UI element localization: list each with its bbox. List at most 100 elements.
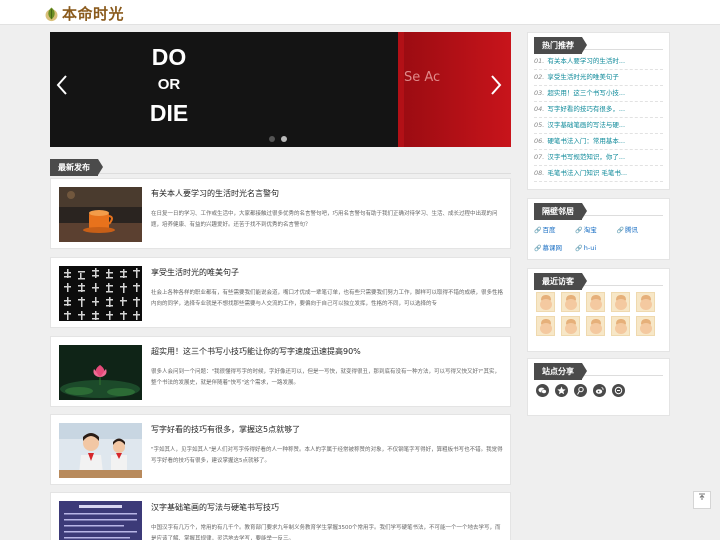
- friend-link[interactable]: 🔗百度: [534, 224, 575, 242]
- site-logo[interactable]: 本命时光: [43, 3, 124, 24]
- article-thumbnail[interactable]: [59, 266, 142, 321]
- slide-word-2: OR: [157, 76, 181, 93]
- back-to-top-icon[interactable]: [693, 491, 711, 509]
- link-icon: 🔗: [534, 245, 542, 252]
- slider-dot-1[interactable]: [269, 136, 275, 142]
- article-summary: "字如其人，见字如其人"是人们对写字传得好看的人一种称赞。本人的字属于经常被称赞…: [151, 447, 503, 464]
- hot-item-num: 05.: [534, 121, 545, 129]
- hot-item[interactable]: 04. 写字好看的技巧有很多，...: [534, 102, 663, 118]
- share-widget: 站点分享: [527, 358, 670, 416]
- hot-item[interactable]: 01. 有关本人要学习的生活时...: [534, 54, 663, 70]
- hot-item-num: 04.: [534, 105, 545, 113]
- visitor-avatar[interactable]: [611, 292, 630, 312]
- article-summary: 社会上各种各样的职业都有，有些需要我们能说会道，嘴口才优成一辈笔订单，也有些只需…: [151, 290, 503, 307]
- hot-item-num: 01.: [534, 57, 545, 65]
- article-title[interactable]: 享受生活时光的唯美句子: [151, 267, 501, 278]
- slide-side-text: Se Ac: [404, 70, 441, 85]
- visitor-avatars: [528, 286, 669, 342]
- links-heading: 隔壁邻居: [534, 203, 587, 220]
- site-header: 本命时光: [0, 0, 720, 25]
- link-icon: 🔗: [575, 227, 583, 234]
- visitor-avatar[interactable]: [636, 316, 655, 336]
- visitor-avatar[interactable]: [536, 292, 555, 312]
- friend-link[interactable]: 🔗腾讯: [617, 224, 658, 242]
- friend-link[interactable]: 🔗慕课网: [534, 242, 575, 260]
- slider-dot-2[interactable]: [281, 136, 287, 142]
- hot-item[interactable]: 02. 享受生活时光的唯美句子: [534, 70, 663, 86]
- visitors-heading: 最近访客: [534, 273, 587, 290]
- article-thumbnail[interactable]: [59, 501, 142, 540]
- latest-heading: 最新发布: [50, 159, 103, 176]
- visitor-avatar[interactable]: [636, 292, 655, 312]
- hot-widget-header: 热门推荐: [534, 33, 663, 54]
- slider-pagination: [269, 136, 287, 142]
- latest-section-header: 最新发布: [50, 155, 511, 176]
- hot-item-num: 07.: [534, 153, 545, 161]
- zhihu-icon[interactable]: [612, 384, 625, 397]
- article-thumbnail[interactable]: [59, 423, 142, 478]
- hot-list: 01. 有关本人要学习的生活时... 02. 享受生活时光的唯美句子 03. 超实用！…: [528, 50, 669, 182]
- visitor-avatar[interactable]: [536, 316, 555, 336]
- article-thumbnail[interactable]: [59, 345, 142, 400]
- article-title[interactable]: 写字好看的技巧有很多，掌握这5点就够了: [151, 424, 501, 435]
- hot-item-label: 汉字书写规范知识，你了...: [547, 153, 626, 161]
- visitors-widget: 最近访客: [527, 268, 670, 352]
- hot-item-label: 有关本人要学习的生活时...: [547, 57, 626, 65]
- hot-item-num: 03.: [534, 89, 545, 97]
- share-widget-header: 站点分享: [534, 359, 663, 380]
- hot-item-label: 汉字基础笔画的写法与硬...: [547, 121, 626, 129]
- links-widget: 隔壁邻居 🔗百度 🔗淘宝 🔗腾讯 🔗慕课网 🔗h-ui: [527, 198, 670, 260]
- hot-item[interactable]: 07. 汉字书写规范知识，你了...: [534, 150, 663, 166]
- banner-slider[interactable]: Se Ac DO OR DIE: [50, 32, 511, 147]
- friend-link-label: h-ui: [583, 244, 597, 252]
- qzone-icon[interactable]: [555, 384, 568, 397]
- hot-item[interactable]: 05. 汉字基础笔画的写法与硬...: [534, 118, 663, 134]
- article-card[interactable]: 享受生活时光的唯美句子 社会上各种各样的职业都有，有些需要我们能说会道，嘴口才优…: [50, 257, 511, 328]
- article-summary: 很多人会问到一个问题："我很懂得写字的时候，字好像还可以，但是一写快，就变得很丑…: [151, 369, 500, 386]
- hot-item[interactable]: 06. 硬笔书法入门：常用基本...: [534, 134, 663, 150]
- link-icon: 🔗: [534, 227, 542, 234]
- article-card[interactable]: 有关本人要学习的生活时光名言警句 在日复一日的学习、工作或生活中，大家都接触过很…: [50, 178, 511, 249]
- article-card[interactable]: 汉字基础笔画的写法与硬笔书写技巧 中国汉字有几万个，常用的有几千个。教育部门要求…: [50, 492, 511, 540]
- wechat-icon[interactable]: [536, 384, 549, 397]
- hot-item-label: 硬笔书法入门：常用基本...: [547, 137, 626, 145]
- friend-link-label: 慕课网: [542, 244, 562, 252]
- hot-item-label: 享受生活时光的唯美句子: [547, 73, 619, 81]
- visitor-avatar[interactable]: [586, 292, 605, 312]
- chevron-right-icon[interactable]: [486, 74, 506, 100]
- hot-item[interactable]: 08. 毛笔书法入门知识 毛笔书...: [534, 166, 663, 182]
- hot-item[interactable]: 03. 超实用！这三个书写小技...: [534, 86, 663, 102]
- share-heading: 站点分享: [534, 363, 587, 380]
- links-widget-header: 隔壁邻居: [534, 199, 663, 220]
- visitor-avatar[interactable]: [561, 292, 580, 312]
- hot-item-label: 写字好看的技巧有很多，...: [547, 105, 626, 113]
- article-title[interactable]: 汉字基础笔画的写法与硬笔书写技巧: [151, 502, 501, 513]
- hot-item-num: 02.: [534, 73, 545, 81]
- friend-link-label: 腾讯: [625, 226, 639, 234]
- leaf-icon: [45, 7, 58, 22]
- tencent-weibo-icon[interactable]: [574, 384, 587, 397]
- visitor-avatar[interactable]: [586, 316, 605, 336]
- article-summary: 中国汉字有几万个，常用的有几千个。教育部门要求九年制义务教育学生掌握3500个常…: [151, 525, 501, 540]
- article-title[interactable]: 超实用！这三个书写小技巧能让你的写字速度迅速提高90%: [151, 346, 501, 357]
- chevron-left-icon[interactable]: [52, 74, 72, 100]
- sina-weibo-icon[interactable]: [593, 384, 606, 397]
- hot-widget: 热门推荐 01. 有关本人要学习的生活时... 02. 享受生活时光的唯美句子 03…: [527, 32, 670, 190]
- hot-item-label: 毛笔书法入门知识 毛笔书...: [547, 169, 628, 177]
- hot-item-num: 08.: [534, 169, 545, 177]
- site-title: 本命时光: [62, 5, 125, 23]
- article-card[interactable]: 写字好看的技巧有很多，掌握这5点就够了 "字如其人，见字如其人"是人们对写字传得…: [50, 414, 511, 485]
- friend-link-label: 淘宝: [583, 226, 597, 234]
- article-thumbnail[interactable]: [59, 187, 142, 242]
- article-title[interactable]: 有关本人要学习的生活时光名言警句: [151, 188, 501, 199]
- visitor-avatar[interactable]: [561, 316, 580, 336]
- hot-item-num: 06.: [534, 137, 545, 145]
- visitor-avatar[interactable]: [611, 316, 630, 336]
- article-card[interactable]: 超实用！这三个书写小技巧能让你的写字速度迅速提高90% 很多人会问到一个问题："…: [50, 336, 511, 407]
- share-icons: [528, 376, 669, 405]
- friend-link[interactable]: 🔗淘宝: [575, 224, 616, 242]
- friend-link[interactable]: 🔗h-ui: [575, 242, 616, 260]
- link-icon: 🔗: [575, 245, 583, 252]
- hot-item-label: 超实用！这三个书写小技...: [547, 89, 626, 97]
- link-icon: 🔗: [616, 227, 625, 234]
